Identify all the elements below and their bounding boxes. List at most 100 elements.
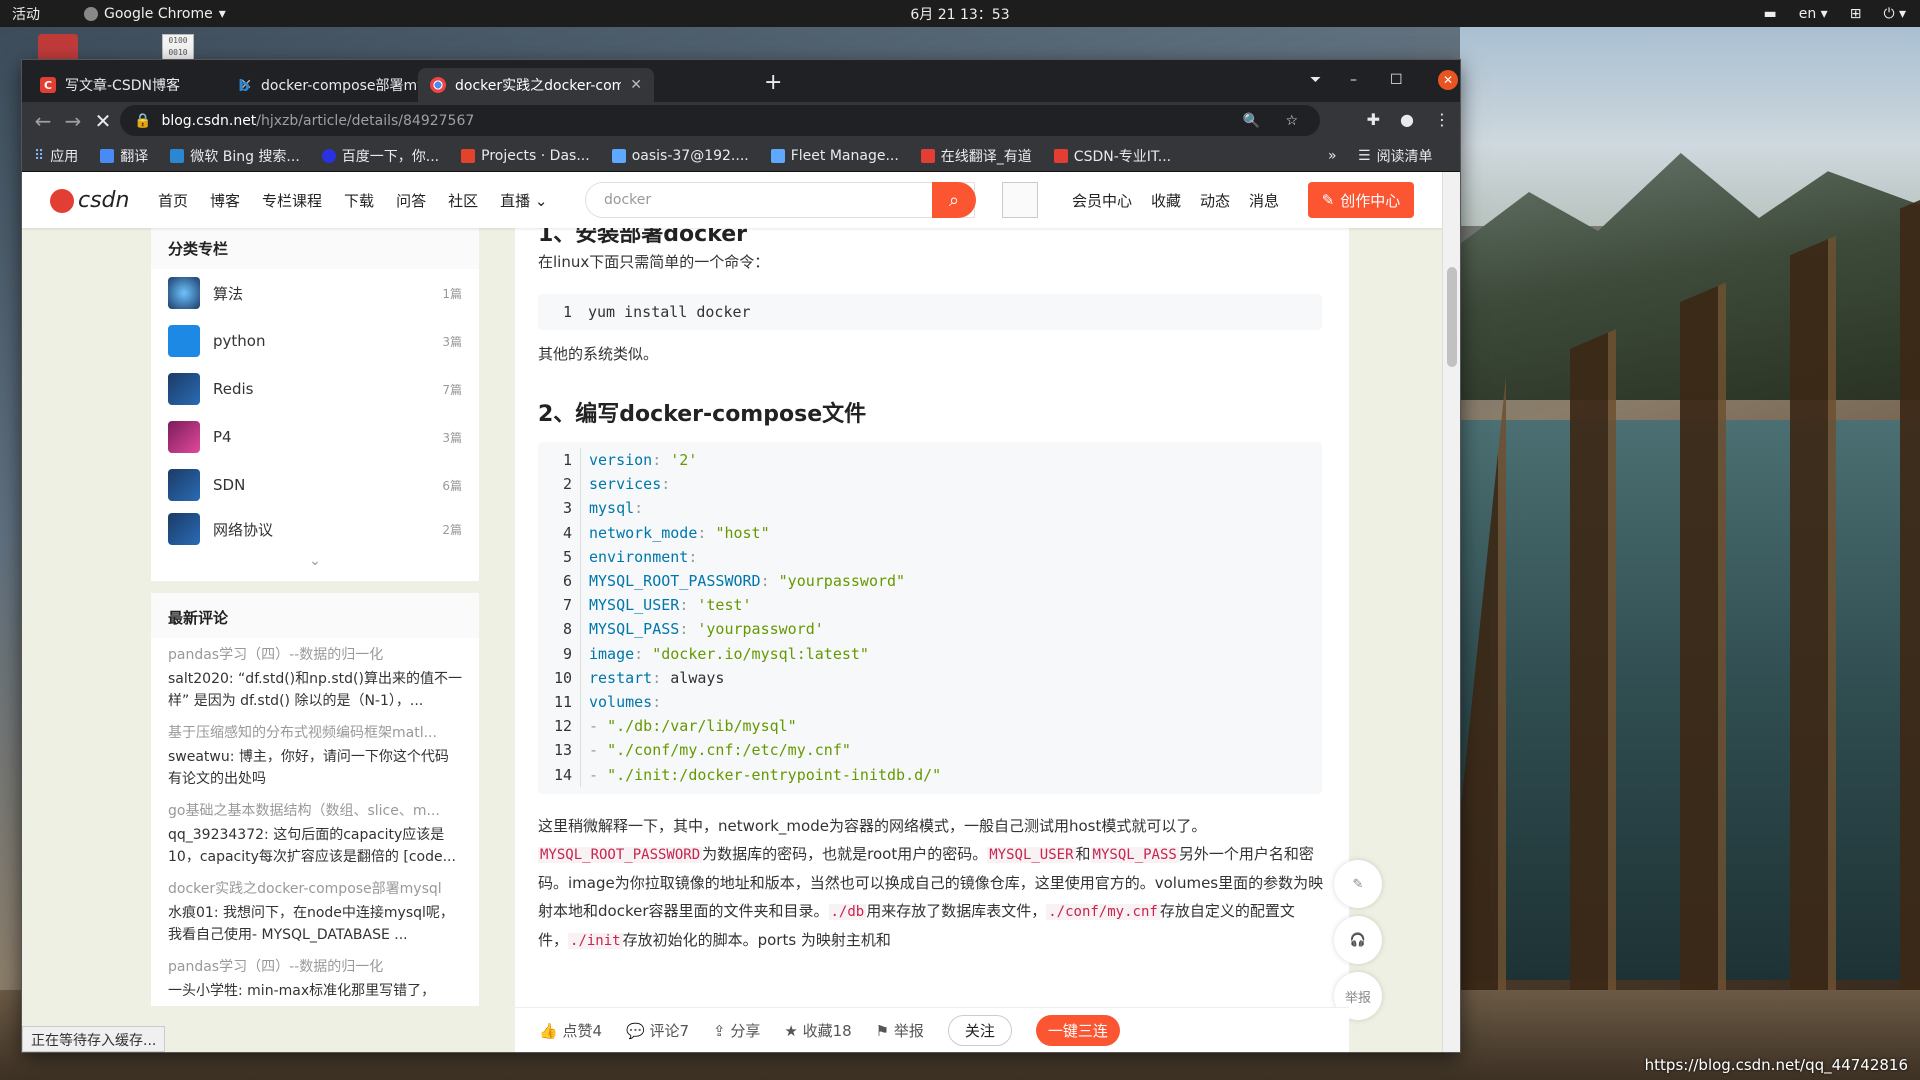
- app-menu[interactable]: Google Chrome ▾: [84, 6, 226, 22]
- comment-item[interactable]: pandas学习（四）--数据的归一化 一头小学牲: min-max标准化那里写错…: [151, 950, 479, 1006]
- address-bar[interactable]: 🔒 blog.csdn.net/hjxzb/article/details/84…: [120, 105, 1320, 136]
- comment-item[interactable]: go基础之基本数据结构（数组、slice、m... qq_39234372: 这句…: [151, 794, 479, 872]
- language-indicator[interactable]: en ▾: [1799, 6, 1828, 22]
- scrollbar-thumb[interactable]: [1447, 267, 1457, 367]
- desktop-folder-icon[interactable]: [38, 34, 78, 62]
- avatar[interactable]: [1002, 182, 1038, 218]
- bookmark-translate[interactable]: 翻译: [100, 146, 148, 166]
- bookmark-bing[interactable]: 微软 Bing 搜索...: [170, 146, 300, 166]
- column-item[interactable]: 算法 1篇: [151, 269, 479, 317]
- inline-code: ./init: [568, 933, 623, 949]
- collect-button[interactable]: ★ 收藏18: [784, 1020, 851, 1041]
- bookmark-fleet[interactable]: Fleet Manage...: [770, 148, 899, 164]
- search-input[interactable]: docker: [585, 182, 975, 218]
- tab-title: docker-compose部署mysql: [261, 78, 428, 94]
- tab-docker-compose[interactable]: docker实践之docker-compose ✕: [418, 68, 654, 102]
- column-thumbnail: [168, 373, 200, 405]
- code-line: 1 version: '2': [538, 448, 1322, 473]
- tab-search-icon[interactable]: ⏷: [1310, 72, 1321, 88]
- search-button[interactable]: ⌕: [932, 182, 976, 218]
- comment-article[interactable]: 基于压缩感知的分布式视频编码框架matl...: [168, 722, 462, 742]
- apps-grid-icon: ⠿: [34, 147, 45, 164]
- nav-favorites[interactable]: 收藏: [1151, 190, 1181, 211]
- system-tray[interactable]: ▬ en ▾ ⊞ ⏻ ▾: [1763, 6, 1906, 22]
- column-name: P4: [213, 428, 232, 446]
- column-item[interactable]: python 3篇: [151, 317, 479, 365]
- report-button[interactable]: ⚑ 举报: [876, 1020, 924, 1041]
- nav-download[interactable]: 下载: [344, 190, 374, 211]
- bookmark-apps[interactable]: ⠿ 应用: [34, 146, 78, 166]
- column-item[interactable]: P4 3篇: [151, 413, 479, 461]
- comment-article[interactable]: go基础之基本数据结构（数组、slice、m...: [168, 800, 462, 820]
- bookmark-baidu[interactable]: 百度一下，你...: [321, 146, 439, 166]
- follow-button[interactable]: 关注: [947, 1014, 1012, 1046]
- back-button[interactable]: ←: [28, 109, 58, 133]
- stop-button[interactable]: ✕: [88, 109, 118, 133]
- comment-article[interactable]: pandas学习（四）--数据的归一化: [168, 956, 462, 976]
- support-float-button[interactable]: 🎧: [1334, 916, 1382, 964]
- user-nav: 会员中心 收藏 动态 消息: [1072, 190, 1279, 211]
- bookmark-youdao[interactable]: 在线翻译_有道: [920, 146, 1032, 166]
- wallpaper-credit: https://blog.csdn.net/qq_44742816: [1644, 1056, 1908, 1074]
- power-icon[interactable]: ⏻ ▾: [1883, 6, 1906, 22]
- menu-icon[interactable]: ⋮: [1434, 110, 1450, 129]
- column-item[interactable]: Redis 7篇: [151, 365, 479, 413]
- comment-item[interactable]: 基于压缩感知的分布式视频编码框架matl... sweatwu: 博主，你好，请问…: [151, 716, 479, 794]
- clock[interactable]: 6月 21 13：53: [0, 4, 1920, 24]
- bookmark-gitlab[interactable]: Projects · Das...: [461, 148, 590, 164]
- window-close-button[interactable]: ✕: [1438, 70, 1458, 90]
- minimize-button[interactable]: –: [1350, 72, 1357, 88]
- code-block-compose[interactable]: 1 version: '2' 2 services: 3 mysql: 4 netw…: [538, 442, 1322, 794]
- triple-action-button[interactable]: 一键三连: [1035, 1014, 1120, 1046]
- edit-icon: ✎: [1352, 876, 1364, 892]
- share-button[interactable]: ⇪ 分享: [713, 1020, 760, 1041]
- create-center-button[interactable]: ✎ 创作中心: [1308, 182, 1414, 218]
- forward-button[interactable]: →: [58, 109, 88, 133]
- code-text: services:: [580, 472, 670, 497]
- comment-item[interactable]: docker实践之docker-compose部署mysql 水痕01: 我想问下…: [151, 872, 479, 950]
- line-number: 12: [553, 717, 572, 736]
- edit-float-button[interactable]: ✎: [1334, 860, 1382, 908]
- nav-community[interactable]: 社区: [448, 190, 478, 211]
- bookmark-oasis[interactable]: oasis-37@192....: [611, 148, 749, 164]
- nav-home[interactable]: 首页: [158, 190, 188, 211]
- bookmarks-overflow-icon[interactable]: »: [1328, 148, 1337, 164]
- column-item[interactable]: 网络协议 2篇: [151, 509, 479, 549]
- network-icon[interactable]: ⊞: [1850, 6, 1862, 22]
- nav-courses[interactable]: 专栏课程: [262, 190, 322, 211]
- column-item[interactable]: SDN 6篇: [151, 461, 479, 509]
- reading-list[interactable]: ☰ 阅读清单: [1358, 146, 1433, 166]
- nav-activity[interactable]: 动态: [1200, 190, 1230, 211]
- comment-button[interactable]: 💬 评论7: [626, 1020, 689, 1041]
- code-text: MYSQL_PASS: 'yourpassword': [580, 617, 824, 642]
- nav-vip[interactable]: 会员中心: [1072, 190, 1132, 211]
- code-block-install[interactable]: 1 yum install docker: [538, 294, 1322, 330]
- comment-item[interactable]: pandas学习（四）--数据的归一化 salt2020: “df.std()和n…: [151, 638, 479, 716]
- keyboard-icon[interactable]: ▬: [1763, 6, 1776, 22]
- maximize-button[interactable]: ☐: [1390, 72, 1403, 88]
- profile-icon[interactable]: ●: [1400, 110, 1414, 129]
- page-scrollbar[interactable]: [1442, 172, 1460, 1052]
- expand-chevron-icon[interactable]: ⌄: [151, 549, 479, 581]
- nav-blog[interactable]: 博客: [210, 190, 240, 211]
- link-icon: [611, 148, 626, 163]
- bookmark-csdn[interactable]: CSDN-专业IT...: [1053, 146, 1171, 166]
- desktop-binary-file-icon[interactable]: 0100 0010: [162, 34, 194, 60]
- new-tab-button[interactable]: +: [764, 70, 782, 95]
- code-line: 9 image: "docker.io/mysql:latest": [538, 641, 1322, 666]
- like-button[interactable]: 👍 点赞4: [539, 1020, 602, 1041]
- page-viewport: csdn 首页 博客 专栏课程 下载 问答 社区 直播 ⌄ docker ⌕ 会…: [22, 172, 1442, 1052]
- headset-icon: 🎧: [1349, 932, 1367, 948]
- zoom-icon[interactable]: 🔍: [1243, 113, 1260, 129]
- extensions-icon[interactable]: ✚: [1367, 110, 1380, 129]
- activities-button[interactable]: 活动: [12, 4, 40, 24]
- csdn-logo[interactable]: csdn: [50, 188, 129, 213]
- comment-article[interactable]: docker实践之docker-compose部署mysql: [168, 878, 462, 898]
- code-line: 3 mysql:: [538, 496, 1322, 521]
- close-icon[interactable]: ✕: [630, 77, 642, 93]
- nav-live[interactable]: 直播 ⌄: [500, 190, 547, 211]
- nav-messages[interactable]: 消息: [1249, 190, 1279, 211]
- comment-article[interactable]: pandas学习（四）--数据的归一化: [168, 644, 462, 664]
- bookmark-star-icon[interactable]: ☆: [1285, 113, 1298, 129]
- nav-qa[interactable]: 问答: [396, 190, 426, 211]
